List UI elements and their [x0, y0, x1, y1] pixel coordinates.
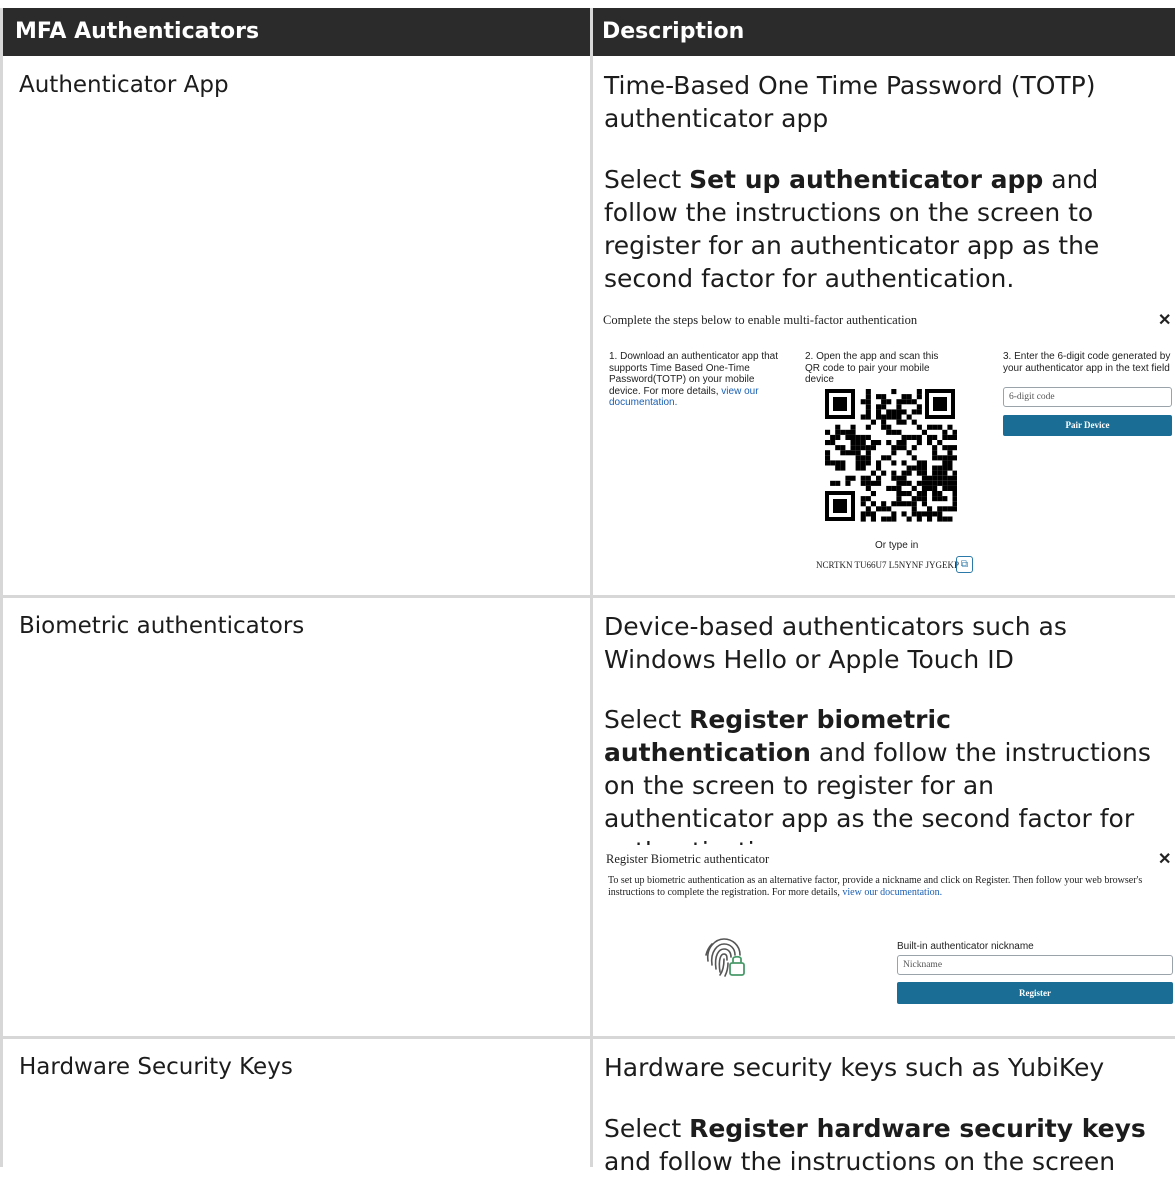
instruction-action-name: Register hardware security keys [689, 1114, 1146, 1143]
fingerprint-icon [705, 938, 745, 977]
qr-code-image [823, 387, 957, 523]
register-button[interactable]: Register [897, 982, 1173, 1004]
secret-code: NCRTKN TU66U7 L5NYNF JYGEKP [816, 560, 960, 570]
close-icon[interactable]: ✕ [1158, 313, 1171, 329]
row-description-biometric: Device-based authenticators such as Wind… [604, 612, 1067, 674]
row-instruction-authenticator-app: Select Set up authenticator app and foll… [604, 165, 1100, 293]
row-label-biometric: Biometric authenticators [19, 613, 305, 639]
table-column-divider [590, 8, 593, 1167]
pair-device-button[interactable]: Pair Device [1003, 415, 1172, 436]
row-divider [0, 1036, 1175, 1039]
instruction-action-name: Set up authenticator app [689, 165, 1044, 194]
nickname-input[interactable]: Nickname [897, 955, 1173, 975]
authenticators-table: MFA Authenticators Description Authentic… [0, 0, 1175, 1176]
copy-icon[interactable]: ⧉ [956, 556, 973, 573]
row-label-hardware-keys: Hardware Security Keys [19, 1054, 293, 1080]
dialog-title: Complete the steps below to enable multi… [603, 313, 918, 327]
row-description-hardware-keys: Hardware security keys such as YubiKey [604, 1053, 1105, 1082]
documentation-link[interactable]: view our documentation. [842, 887, 942, 898]
close-icon[interactable]: ✕ [1158, 852, 1171, 868]
dialog-title: Register Biometric authenticator [606, 852, 770, 866]
step-2-text: 2. Open the app and scan this QR code to… [805, 351, 939, 385]
biometric-info-text: To set up biometric authentication as an… [608, 875, 1143, 898]
biometric-register-dialog: Register Biometric authenticator ✕ To se… [600, 845, 1175, 1030]
row-label-authenticator-app: Authenticator App [19, 72, 229, 98]
row-description-authenticator-app: Time-Based One Time Password (TOTP) auth… [604, 71, 1096, 133]
row-divider [0, 595, 1175, 598]
column-header-authenticators: MFA Authenticators [3, 8, 591, 56]
step-1-text: 1. Download an authenticator app that su… [609, 351, 779, 408]
step-3-text: 3. Enter the 6-digit code generated by y… [1003, 351, 1171, 374]
row-instruction-biometric: Select Register biometric authentication… [604, 705, 1151, 866]
six-digit-code-input[interactable]: 6-digit code [1003, 387, 1172, 407]
column-header-description: Description [592, 8, 1175, 56]
type-in-label: Or type in [875, 540, 919, 551]
nickname-label: Built-in authenticator nickname [897, 941, 1034, 952]
mfa-setup-dialog: Complete the steps below to enable multi… [600, 305, 1175, 590]
row-instruction-hardware-keys: Select Register hardware security keys a… [604, 1114, 1146, 1176]
table-border-left [0, 8, 3, 1167]
